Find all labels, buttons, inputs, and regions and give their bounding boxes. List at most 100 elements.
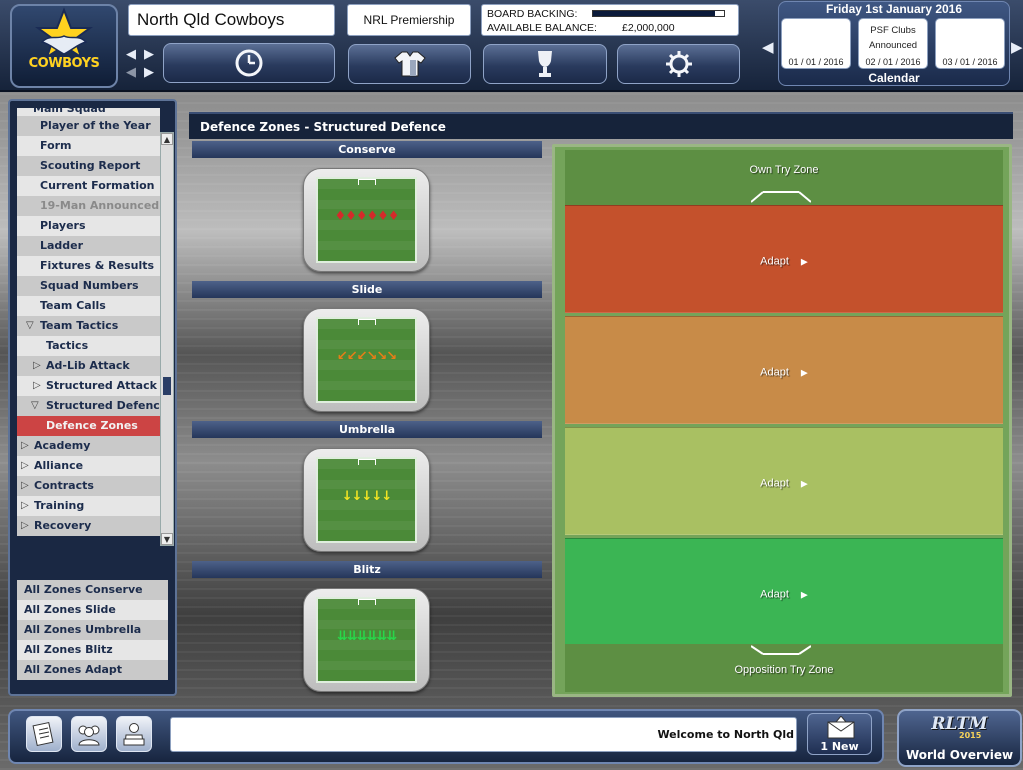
sidebar-scrollbar[interactable]: ▲ ▼ bbox=[160, 132, 174, 546]
sidebar-item[interactable]: ▷ Academy bbox=[17, 436, 160, 456]
club-logo[interactable] bbox=[10, 4, 118, 88]
sidebar-item-label: Defence Zones bbox=[46, 419, 138, 432]
news-ticker[interactable]: Welcome to North Qld bbox=[170, 717, 797, 752]
notes-button[interactable] bbox=[26, 716, 62, 752]
sidebar-item[interactable]: Player of the Year bbox=[17, 116, 160, 136]
zone-setting-arrow-icon[interactable]: ▶ bbox=[801, 480, 808, 490]
inbox-label: 1 New bbox=[820, 740, 859, 753]
sidebar-menu: Main Squad Player of the Year Form Scouting… bbox=[17, 108, 160, 546]
collapsed-arrow-icon[interactable]: ▷ bbox=[21, 516, 29, 536]
sidebar-item-label: Ladder bbox=[40, 239, 84, 252]
panel-title-bar: Defence Zones - Structured Defence bbox=[189, 112, 1013, 139]
zone-setting-label: Adapt bbox=[760, 588, 789, 601]
sidebar-item[interactable]: Ladder bbox=[17, 236, 160, 256]
forward-arrow-icon[interactable]: ▶ bbox=[144, 48, 154, 62]
defence-zone[interactable]: Adapt ▶ bbox=[565, 316, 1003, 424]
forward-history-icon[interactable]: ▶ bbox=[144, 66, 154, 80]
board-backing-bar bbox=[592, 10, 725, 17]
sidebar-item[interactable]: ▽ Structured Defence bbox=[17, 396, 160, 416]
scroll-up-icon[interactable]: ▲ bbox=[161, 133, 173, 145]
zone-setting-label: Adapt bbox=[760, 255, 789, 268]
back-history-icon[interactable]: ◀ bbox=[126, 66, 136, 80]
sidebar-item[interactable]: Fixtures & Results bbox=[17, 256, 160, 276]
available-balance-label: AVAILABLE BALANCE: bbox=[487, 22, 597, 34]
collapsed-arrow-icon[interactable]: ▷ bbox=[21, 456, 29, 476]
collapsed-arrow-icon[interactable]: ▷ bbox=[21, 436, 29, 456]
sidebar-item[interactable]: Form bbox=[17, 136, 160, 156]
sidebar-item[interactable]: ▷ Structured Attack bbox=[17, 376, 160, 396]
page-title: Defence Zones - Structured Defence bbox=[200, 120, 446, 134]
sidebar-item[interactable]: ▷ Alliance bbox=[17, 456, 160, 476]
manager-button[interactable] bbox=[116, 716, 152, 752]
defence-type-tile[interactable]: ⇊⇊⇊⇊⇊⇊ bbox=[303, 588, 430, 692]
all-zones-adapt-button[interactable]: All Zones Adapt bbox=[17, 660, 168, 680]
all-zones-blitz-button[interactable]: All Zones Blitz bbox=[17, 640, 168, 660]
sidebar-item-label: Player of the Year bbox=[40, 119, 151, 132]
club-logo-text: COWBOYS bbox=[28, 56, 100, 71]
league-name: NRL Premiership bbox=[363, 13, 455, 27]
competitions-button[interactable] bbox=[483, 44, 607, 84]
sidebar-item[interactable]: ▷ Recovery bbox=[17, 516, 160, 536]
collapsed-arrow-icon[interactable]: ▷ bbox=[33, 356, 41, 376]
defence-pattern-icon: ⇊⇊⇊⇊⇊⇊ bbox=[336, 629, 397, 644]
continue-button[interactable] bbox=[163, 43, 335, 83]
collapsed-arrow-icon[interactable]: ▷ bbox=[21, 496, 29, 516]
sidebar-item[interactable]: ▽ Team Tactics bbox=[17, 316, 160, 336]
defence-type-tile[interactable]: ↙↙↙↘↘↘ bbox=[303, 308, 430, 412]
zone-setting-arrow-icon[interactable]: ▶ bbox=[801, 591, 808, 601]
staff-button[interactable] bbox=[71, 716, 107, 752]
sidebar-item[interactable]: Main Squad bbox=[17, 108, 160, 116]
collapsed-arrow-icon[interactable]: ▷ bbox=[33, 376, 41, 396]
calendar-day[interactable]: 03 / 01 / 2016 bbox=[935, 18, 1005, 69]
all-zones-conserve-button[interactable]: All Zones Conserve bbox=[17, 580, 168, 600]
back-arrow-icon[interactable]: ◀ bbox=[126, 48, 136, 62]
sidebar-item[interactable]: Team Calls bbox=[17, 296, 160, 316]
zone-setting-arrow-icon[interactable]: ▶ bbox=[801, 369, 808, 379]
all-zones-slide-button[interactable]: All Zones Slide bbox=[17, 600, 168, 620]
calendar-event: PSF Clubs Announced bbox=[868, 25, 918, 51]
settings-button[interactable] bbox=[617, 44, 740, 84]
opposition-try-zone: Opposition Try Zone bbox=[565, 644, 1003, 692]
defence-zone[interactable]: Adapt ▶ bbox=[565, 538, 1003, 646]
team-name-box[interactable]: North Qld Cowboys bbox=[128, 4, 335, 36]
zone-setting-arrow-icon[interactable]: ▶ bbox=[801, 258, 808, 268]
calendar-next-icon[interactable]: ▶ bbox=[1011, 40, 1023, 55]
defence-type-tile[interactable]: ↓↓↓↓↓ bbox=[303, 448, 430, 552]
clock-icon bbox=[235, 49, 263, 77]
sidebar-item[interactable]: ▷ Contracts bbox=[17, 476, 160, 496]
calendar-day[interactable]: 01 / 01 / 2016 bbox=[781, 18, 851, 69]
expanded-arrow-icon[interactable]: ▽ bbox=[26, 316, 34, 336]
defence-zone[interactable]: Adapt ▶ bbox=[565, 427, 1003, 535]
world-overview-label: World Overview bbox=[905, 748, 1014, 762]
calendar-day-date: 03 / 01 / 2016 bbox=[942, 57, 998, 67]
sidebar-item[interactable]: Tactics bbox=[17, 336, 160, 356]
calendar-day[interactable]: PSF Clubs Announced 02 / 01 / 2016 bbox=[858, 18, 928, 69]
scroll-down-icon[interactable]: ▼ bbox=[161, 533, 173, 545]
sidebar-item[interactable]: ▷ Ad-Lib Attack bbox=[17, 356, 160, 376]
own-try-zone-label: Own Try Zone bbox=[749, 164, 819, 176]
sidebar-item-label: 19-Man Announced bbox=[40, 199, 160, 212]
sidebar-item[interactable]: Scouting Report bbox=[17, 156, 160, 176]
scrollbar-thumb[interactable] bbox=[163, 377, 171, 395]
all-zones-umbrella-button[interactable]: All Zones Umbrella bbox=[17, 620, 168, 640]
sidebar-item-label: Structured Defence bbox=[46, 399, 160, 412]
sidebar-item[interactable]: Defence Zones bbox=[17, 416, 160, 436]
team-button[interactable] bbox=[348, 44, 471, 84]
defence-zone[interactable]: Adapt ▶ bbox=[565, 205, 1003, 313]
sidebar-item[interactable]: 19-Man Announced bbox=[17, 196, 160, 216]
board-backing-fill bbox=[593, 11, 715, 16]
jersey-icon bbox=[393, 51, 426, 77]
collapsed-arrow-icon[interactable]: ▷ bbox=[21, 476, 29, 496]
board-backing-label: BOARD BACKING: bbox=[487, 8, 578, 20]
sidebar-item[interactable]: ▷ Training bbox=[17, 496, 160, 516]
inbox-button[interactable]: 1 New bbox=[807, 713, 872, 755]
staff-icon bbox=[78, 725, 100, 746]
sidebar-item[interactable]: Players bbox=[17, 216, 160, 236]
league-box[interactable]: NRL Premiership bbox=[347, 4, 471, 36]
calendar-prev-icon[interactable]: ◀ bbox=[762, 40, 774, 55]
sidebar-item[interactable]: Current Formation bbox=[17, 176, 160, 196]
expanded-arrow-icon[interactable]: ▽ bbox=[31, 396, 39, 416]
world-overview-button[interactable]: RLTM 2015 World Overview bbox=[897, 709, 1022, 767]
defence-type-tile[interactable]: ♦♦♦♦♦♦ bbox=[303, 168, 430, 272]
sidebar-item[interactable]: Squad Numbers bbox=[17, 276, 160, 296]
